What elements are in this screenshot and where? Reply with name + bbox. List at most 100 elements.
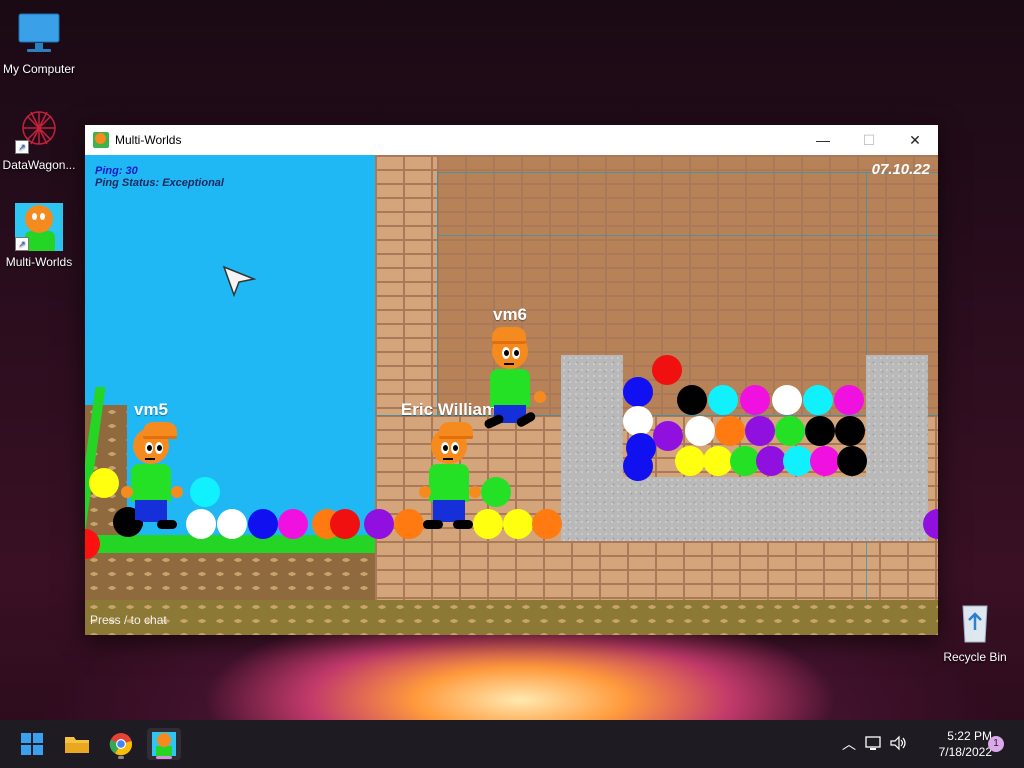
shortcut-arrow-icon: ↗ [15, 140, 29, 154]
ball [278, 509, 308, 539]
ball [652, 355, 682, 385]
stone-container-floor [561, 477, 928, 541]
ball [623, 377, 653, 407]
player-hand [419, 486, 431, 498]
player-hat [143, 422, 177, 439]
player-shoe [157, 520, 177, 529]
game-date: 07.10.22 [871, 161, 930, 178]
chrome-icon [109, 733, 133, 756]
ball [217, 509, 247, 539]
running-indicator [118, 756, 124, 759]
player-hand [469, 486, 481, 498]
mouse-cursor-icon [222, 265, 256, 297]
chrome-button[interactable] [104, 728, 138, 760]
player-hat [492, 327, 526, 344]
chat-hint: Press / to chat [90, 613, 167, 627]
ball [89, 468, 119, 498]
player-shoe [453, 520, 473, 529]
player-eye [155, 442, 163, 454]
multi-worlds-app-icon [93, 132, 109, 148]
player-hand [534, 391, 546, 403]
taskbar-clock[interactable]: 5:22 PM 7/18/2022 [912, 728, 992, 760]
clock-date: 7/18/2022 [938, 745, 992, 759]
player-vm6: vm6 [480, 305, 546, 435]
desktop-icon-recycle-bin[interactable]: Recycle Bin [936, 598, 1014, 664]
ping-status: Ping Status: Exceptional [95, 177, 224, 189]
game-canvas[interactable]: vm5 Eric William vm6 Ping: 30 Ping Statu… [85, 155, 938, 635]
player-shoe [423, 520, 443, 529]
ball [248, 509, 278, 539]
player-hat [439, 422, 473, 439]
player-hand [121, 486, 133, 498]
ball [708, 385, 738, 415]
system-tray: ︿ [838, 720, 910, 768]
multi-worlds-taskbar-button[interactable] [147, 728, 181, 760]
multi-worlds-icon [152, 732, 176, 756]
ground-strip [85, 600, 938, 635]
desktop-icon-label: Recycle Bin [943, 650, 1007, 664]
dirt-ground [85, 553, 375, 600]
player-eye [451, 442, 459, 454]
player-pants [135, 500, 167, 522]
player-eye [145, 442, 153, 454]
ball [835, 416, 865, 446]
player-hand [171, 486, 183, 498]
ball [685, 416, 715, 446]
player-body [490, 369, 530, 407]
ball [532, 509, 562, 539]
player-eye [441, 442, 449, 454]
ball [503, 509, 533, 539]
ball [745, 416, 775, 446]
recycle-bin-icon [951, 598, 999, 646]
player-shoe [123, 520, 143, 529]
ball [703, 446, 733, 476]
ball [623, 451, 653, 481]
minimize-button[interactable]: — [800, 125, 846, 155]
ball [677, 385, 707, 415]
ball [653, 421, 683, 451]
player-mouth [504, 363, 514, 365]
desktop-icon-multi-worlds[interactable]: ↗ Multi-Worlds [0, 203, 78, 269]
ball [756, 446, 786, 476]
ball [805, 416, 835, 446]
player-eye [502, 347, 510, 359]
window-titlebar[interactable]: Multi-Worlds — ☐ ✕ [85, 125, 938, 155]
window-title: Multi-Worlds [115, 133, 182, 147]
desktop-icon-datawagon[interactable]: ↗ DataWagon... [0, 106, 78, 172]
ball [775, 416, 805, 446]
ping-label: Ping: 30 [95, 165, 138, 177]
file-explorer-icon [65, 737, 89, 753]
desktop-icon-my-computer[interactable]: My Computer [0, 10, 78, 76]
player-eye [512, 347, 520, 359]
monitor-icon [15, 10, 63, 58]
network-icon[interactable] [860, 735, 886, 754]
ball [675, 446, 705, 476]
player-vm5: vm5 [121, 400, 183, 530]
close-button[interactable]: ✕ [892, 125, 938, 155]
datawagon-icon: ↗ [15, 106, 63, 154]
volume-icon[interactable] [886, 735, 910, 754]
start-icon [21, 733, 43, 755]
ball [330, 509, 360, 539]
player-pants [433, 500, 465, 522]
ball [623, 406, 653, 436]
maximize-button[interactable]: ☐ [846, 125, 892, 155]
player-body [429, 464, 469, 502]
ball [810, 446, 840, 476]
ball [740, 385, 770, 415]
player-eric-william: Eric William [401, 400, 497, 530]
ball [803, 385, 833, 415]
grid-line [437, 172, 438, 415]
file-explorer-button[interactable] [60, 728, 94, 760]
player-name: vm6 [492, 305, 528, 324]
player-shoe [483, 413, 505, 430]
grid-line [437, 172, 938, 173]
start-button[interactable] [15, 728, 49, 760]
ball [837, 446, 867, 476]
shortcut-arrow-icon: ↗ [15, 237, 29, 251]
desktop-icon-label: My Computer [2, 62, 76, 76]
clock-time: 5:22 PM [947, 729, 992, 743]
chevron-up-icon[interactable]: ︿ [838, 734, 860, 754]
notification-badge[interactable]: 1 [988, 736, 1004, 752]
player-body [131, 464, 171, 502]
